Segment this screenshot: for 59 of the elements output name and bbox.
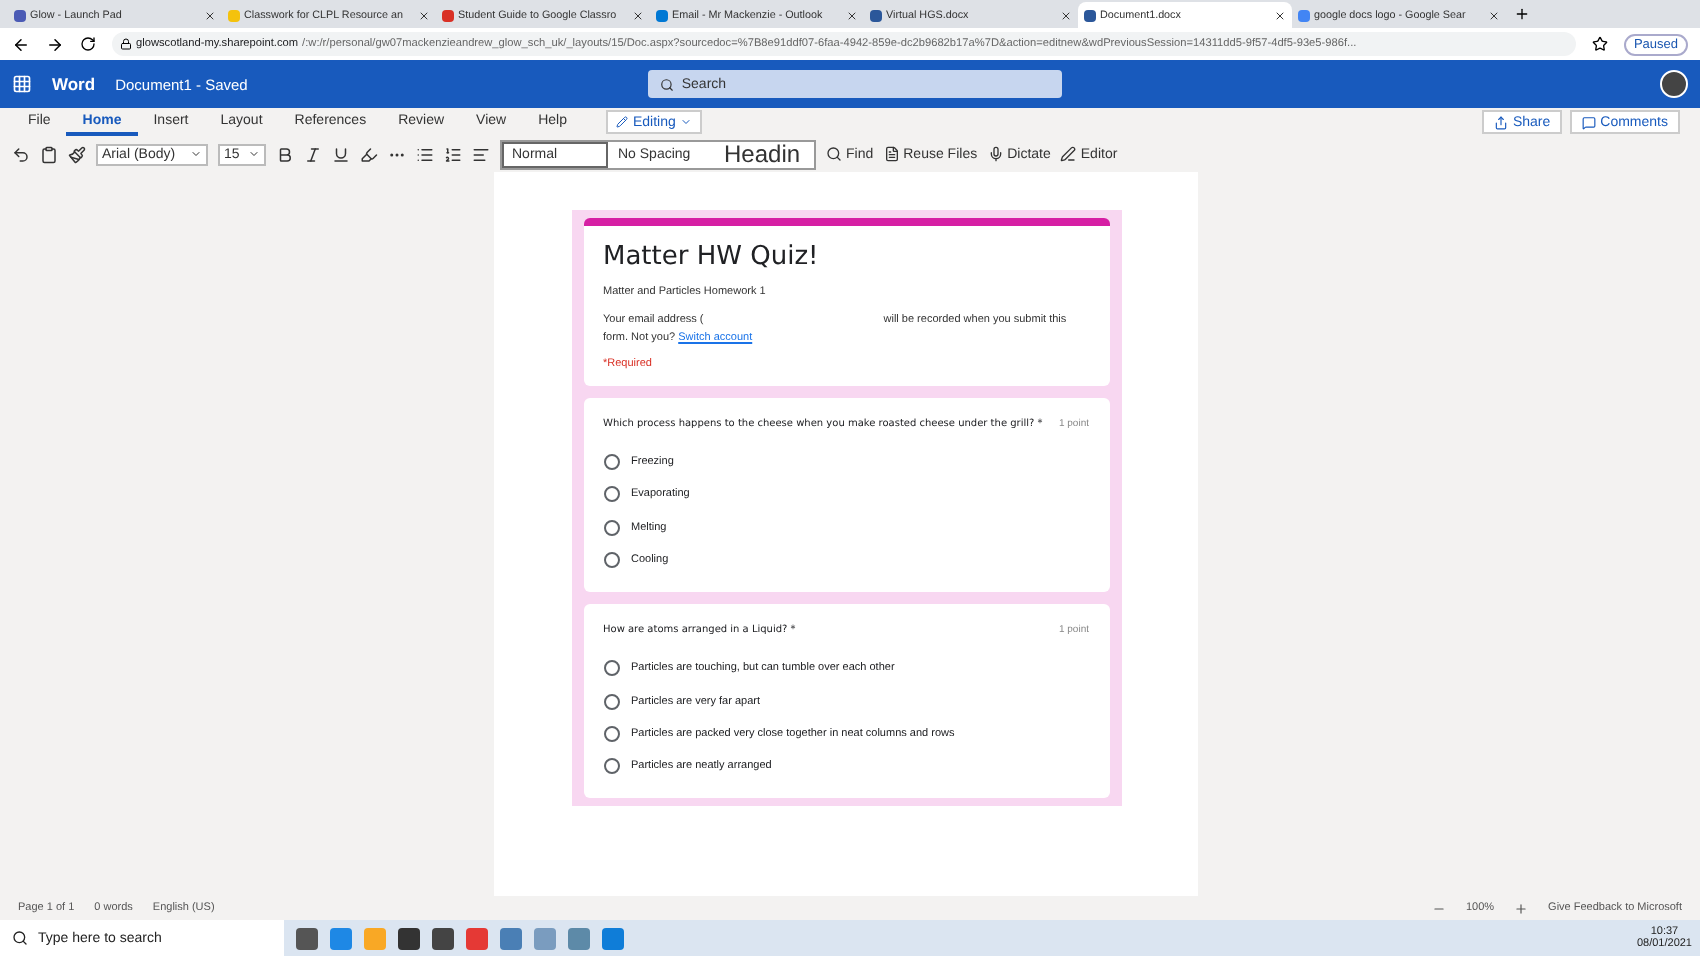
close-icon[interactable] <box>1488 9 1500 21</box>
app-name: Word <box>52 74 96 94</box>
underline-icon[interactable] <box>332 145 350 163</box>
radio-button[interactable] <box>603 552 619 569</box>
radio-button[interactable] <box>603 758 619 775</box>
pen-icon <box>1060 146 1077 162</box>
search-icon <box>12 930 28 946</box>
close-icon[interactable] <box>204 9 216 21</box>
favicon-icon <box>1298 9 1310 21</box>
radio-button[interactable] <box>603 725 619 742</box>
microphone-icon <box>987 146 1004 162</box>
share-icon <box>1494 115 1509 129</box>
favicon-icon <box>1084 9 1096 21</box>
bullets-icon[interactable] <box>416 145 434 163</box>
search-icon <box>826 146 842 162</box>
app-launcher-icon[interactable] <box>12 74 32 94</box>
document-icon <box>883 146 900 162</box>
chevron-down-icon <box>679 116 692 128</box>
align-icon[interactable] <box>472 145 490 163</box>
reload-icon[interactable] <box>80 36 96 52</box>
radio-button[interactable] <box>603 486 619 503</box>
format-painter-icon[interactable] <box>68 145 86 163</box>
favicon-icon <box>656 9 668 21</box>
favicon-icon <box>442 9 454 21</box>
italic-icon[interactable] <box>304 145 322 163</box>
bookmark-star-icon[interactable] <box>1591 36 1608 52</box>
favicon-icon <box>228 9 240 21</box>
numbering-icon[interactable] <box>444 145 462 163</box>
forward-icon[interactable] <box>46 35 64 53</box>
taskbar-app-icon[interactable] <box>296 927 318 949</box>
radio-button[interactable] <box>603 454 619 471</box>
zoom-in-icon[interactable] <box>1514 901 1529 915</box>
taskbar-app-icon[interactable] <box>432 927 454 949</box>
bold-icon[interactable] <box>276 145 294 163</box>
radio-button[interactable] <box>603 519 619 536</box>
highlight-icon[interactable] <box>360 145 378 163</box>
close-icon[interactable] <box>632 9 644 21</box>
pencil-icon <box>616 116 629 128</box>
back-icon[interactable] <box>12 35 30 53</box>
chevron-down-icon <box>248 148 260 160</box>
chevron-down-icon <box>190 148 202 160</box>
new-tab-icon[interactable] <box>1514 6 1530 22</box>
close-icon[interactable] <box>418 9 430 21</box>
search-icon <box>659 77 674 91</box>
avatar <box>1660 70 1688 98</box>
radio-button[interactable] <box>603 660 619 677</box>
paste-icon[interactable] <box>40 145 58 163</box>
form-title: Matter HW Quiz! <box>603 242 821 272</box>
radio-button[interactable] <box>603 693 619 710</box>
close-icon[interactable] <box>846 9 858 21</box>
favicon-icon <box>870 9 882 21</box>
lock-icon <box>120 38 132 50</box>
favicon-icon <box>14 9 26 21</box>
undo-icon[interactable] <box>12 145 30 163</box>
comment-icon <box>1582 115 1597 129</box>
close-icon[interactable] <box>1060 9 1072 21</box>
taskbar-app-icon[interactable] <box>398 927 420 949</box>
close-icon[interactable] <box>1274 9 1286 21</box>
style-option[interactable]: Headin <box>714 141 814 167</box>
